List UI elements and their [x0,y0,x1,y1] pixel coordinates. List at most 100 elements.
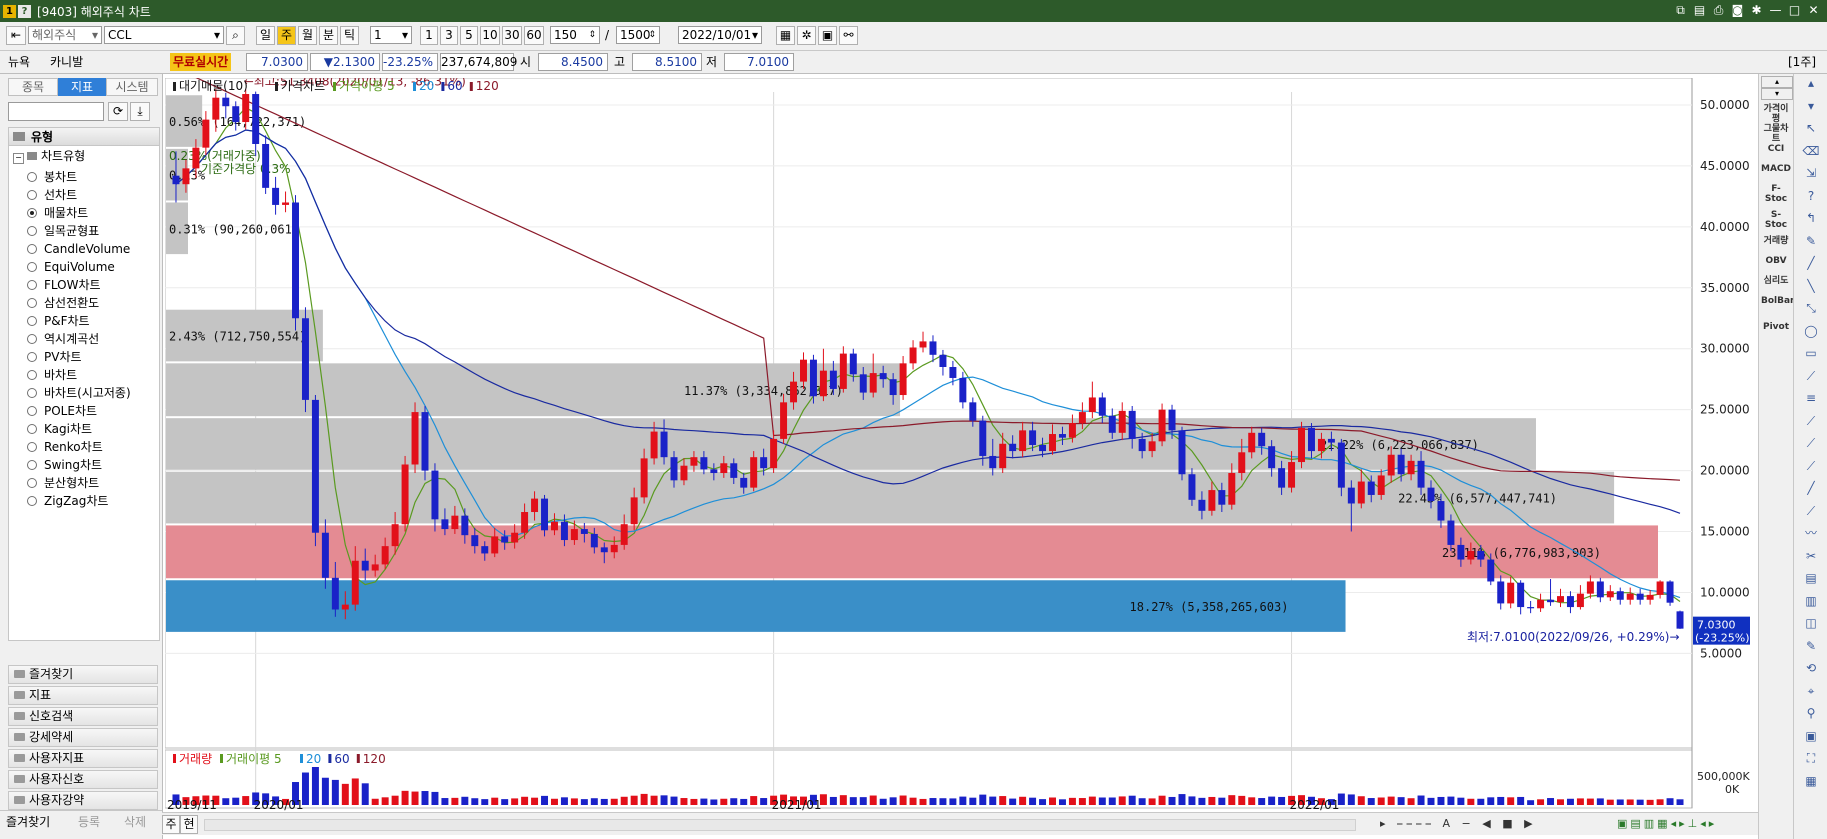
radio-button[interactable] [27,478,37,488]
indicator-shortcut[interactable]: S-Stoc [1761,210,1791,230]
trendline-icon[interactable]: ⟋ [1801,459,1821,473]
radio-button[interactable] [27,352,37,362]
horizontal-scrollbar[interactable] [204,819,1356,831]
rotate-icon[interactable]: ⟲ [1801,661,1821,675]
interval-3[interactable]: 3 [440,26,458,45]
chart-type-item[interactable]: 바차트(시고저종) [27,384,131,402]
mode-week-button[interactable]: 주 [162,815,180,834]
period-month[interactable]: 월 [298,26,317,45]
app-icon[interactable]: 1 [3,4,16,18]
trendline-icon[interactable]: ⟋ [1801,414,1821,428]
radio-button[interactable] [27,460,37,470]
indicator-shortcut[interactable]: OBV [1761,256,1791,266]
radio-button[interactable] [27,190,37,200]
accordion-section[interactable]: 즐겨찾기 [8,665,158,684]
chart-type-item[interactable]: 삼선전환도 [27,294,99,312]
search-icon[interactable]: ⚲ [1801,706,1821,720]
refresh-icon[interactable]: ⟳ [108,102,128,121]
eraser-icon[interactable]: ⌫ [1801,144,1821,158]
grid-icon[interactable]: ▤ [1801,571,1821,585]
period-week[interactable]: 주 [277,26,296,45]
interval-select[interactable]: 1 ▾ [370,26,412,44]
save-icon[interactable]: ▤ [1692,3,1707,18]
interval-30[interactable]: 30 [502,26,522,45]
grid-icon[interactable]: ▦ [1801,774,1821,788]
zoom-icon[interactable]: ⇲ [1801,166,1821,180]
radio-button[interactable] [27,262,37,272]
trendline-icon[interactable]: ⟋ [1801,504,1821,518]
grid-icon[interactable]: ▥ [1801,594,1821,608]
layout-icon[interactable]: ◫ [1801,616,1821,630]
scroll-down-icon[interactable]: ▾ [1761,88,1793,100]
indicator-shortcut[interactable]: 심리도 [1761,276,1791,286]
radio-button[interactable] [27,424,37,434]
radio-button[interactable] [27,298,37,308]
link-icon[interactable]: ⧉ [1673,3,1688,18]
help-icon[interactable]: ? [1801,189,1821,203]
crosshair-icon[interactable]: ⌖ [1801,684,1821,698]
undo-icon[interactable]: ↰ [1801,211,1821,225]
indicator-shortcut[interactable]: Pivot [1761,322,1791,332]
line-icon[interactable]: ╱ [1801,481,1821,495]
accordion-section[interactable]: 사용자강약 [8,791,158,810]
chart-type-item[interactable]: 매물차트 [27,204,88,222]
scroll-down-icon[interactable]: ▾ [1801,99,1821,113]
indicator-shortcut[interactable]: MACD [1761,164,1791,174]
chart-type-item[interactable]: P&F차트 [27,312,90,330]
chart-settings-icon[interactable]: ▦ [776,26,795,45]
interval-60[interactable]: 60 [524,26,544,45]
camera-icon[interactable]: ◙ [1730,3,1745,18]
group-header[interactable]: 유형 [9,128,159,146]
tree-root[interactable]: − 차트유형 [13,148,85,164]
interval-10[interactable]: 10 [480,26,500,45]
navigation-controls[interactable]: ▸ ⎯⎯⎯⎯ A − ◀ ■ ▶ [1380,817,1537,831]
mode-current-button[interactable]: 현 [180,815,198,834]
trendline-icon[interactable]: ⟋ [1801,369,1821,383]
date-picker[interactable]: 2022/10/01 ▾ [678,26,762,44]
chart-type-item[interactable]: 역시계곡선 [27,330,99,348]
pencil-icon[interactable]: ✎ [1801,234,1821,248]
tab-system[interactable]: 시스템 [106,78,158,96]
arrow-icon[interactable]: ⤡ [1801,301,1821,315]
radio-button[interactable] [27,334,37,344]
chart-type-item[interactable]: 선차트 [27,186,77,204]
period-day[interactable]: 일 [256,26,275,45]
chart-type-item[interactable]: Swing차트 [27,456,102,474]
radio-button[interactable] [27,442,37,452]
accordion-section[interactable]: 지표 [8,686,158,705]
radio-button[interactable] [27,496,37,506]
chart-type-item[interactable]: POLE차트 [27,402,97,420]
interval-1[interactable]: 1 [420,26,438,45]
pencil-icon[interactable]: ✎ [1801,639,1821,653]
fullscreen-icon[interactable]: ⛶ [1801,751,1821,765]
indicator-shortcut[interactable]: 그물차트 [1761,124,1791,144]
volume-legend-item[interactable]: 거래량 [179,752,212,766]
line-icon[interactable]: ╲ [1801,279,1821,293]
legend-item[interactable]: 60 [447,79,462,93]
gear-icon[interactable]: ✱ [1749,3,1764,18]
exchange-label[interactable]: 뉴욕 [8,53,30,71]
radio-button[interactable] [27,208,37,218]
chart-type-item[interactable]: PV차트 [27,348,82,366]
symbol-input[interactable]: CCL ▾ [104,26,224,44]
chart-type-item[interactable]: FLOW차트 [27,276,101,294]
legend-item[interactable]: 가격차트 [281,79,325,93]
chart-type-item[interactable]: 봉차트 [27,168,77,186]
accordion-section[interactable]: 사용자신호 [8,770,158,789]
register-button[interactable]: 등록 [78,813,100,831]
cut-icon[interactable]: ✂ [1801,549,1821,563]
chart-type-item[interactable]: 바차트 [27,366,77,384]
view-controls[interactable]: ▣▤▥▦◂▸⊥◂▸ [1617,817,1717,830]
legend-item[interactable]: 20 [419,79,434,93]
company-label[interactable]: 카니발 [50,53,83,71]
indicator-shortcut[interactable]: 거래량 [1761,236,1791,246]
tab-symbols[interactable]: 종목 [8,78,58,96]
accordion-section[interactable]: 신호검색 [8,707,158,726]
price-chart[interactable]: 55.000050.000045.000040.000035.000030.00… [165,78,1753,812]
period-minute[interactable]: 분 [319,26,338,45]
maximize-icon[interactable]: □ [1787,3,1802,18]
search-icon[interactable]: ⌕ [226,26,245,45]
interval-5[interactable]: 5 [460,26,478,45]
trendline-icon[interactable]: ⟋ [1801,436,1821,450]
indicator-shortcut[interactable]: 가격이평 [1761,104,1791,124]
